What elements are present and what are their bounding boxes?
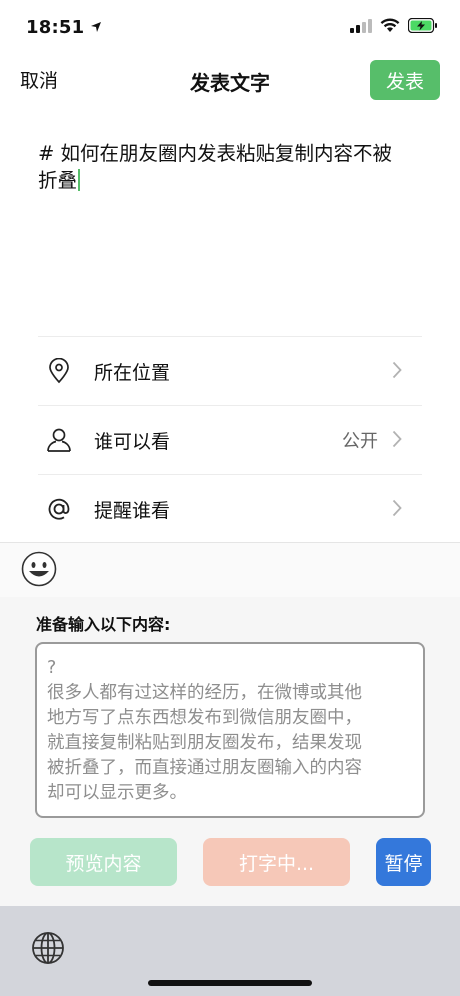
- status-time: 18:51: [26, 16, 85, 38]
- option-mention-label: 提醒谁看: [94, 499, 171, 522]
- location-pin-icon: [44, 356, 74, 386]
- option-visibility[interactable]: 谁可以看 公开: [38, 406, 422, 475]
- compose-text-line-2-wrap: 折叠: [38, 167, 428, 194]
- cancel-button[interactable]: 取消: [20, 66, 58, 93]
- status-bar: 18:51: [0, 0, 460, 54]
- keyboard-bar: [0, 906, 460, 996]
- home-indicator: [148, 980, 312, 986]
- content-line: 就直接复制粘贴到朋友圈发布，结果发现: [47, 733, 362, 753]
- option-location[interactable]: 所在位置: [38, 337, 422, 406]
- prepared-content-textarea[interactable]: ? 很多人都有过这样的经历，在微博或其他 地方写了点东西想发布到微信朋友圈中， …: [35, 642, 425, 818]
- compose-text-line-2: 折叠: [38, 169, 78, 192]
- content-line: 被折叠了，而直接通过朋友圈输入的内容: [47, 758, 362, 778]
- emoji-bar: [0, 543, 460, 597]
- nav-bar: 取消 发表文字 发表: [0, 58, 460, 104]
- signal-icon: [350, 18, 372, 37]
- option-mention[interactable]: 提醒谁看: [38, 475, 422, 543]
- location-arrow-icon: [90, 17, 102, 38]
- compose-text-line-1: # 如何在朋友圈内发表粘贴复制内容不被: [38, 142, 393, 165]
- option-visibility-value: 公开: [342, 431, 378, 452]
- publish-button[interactable]: 发表: [370, 60, 440, 100]
- content-line: ?: [47, 658, 57, 678]
- options-list: 所在位置 谁可以看 公开 提醒谁看: [38, 336, 422, 543]
- preview-content-button[interactable]: 预览内容: [30, 838, 177, 886]
- page-title: 发表文字: [190, 70, 270, 95]
- compose-text-area[interactable]: # 如何在朋友圈内发表粘贴复制内容不被 折叠: [38, 140, 428, 194]
- auto-type-panel: 准备输入以下内容: ? 很多人都有过这样的经历，在微博或其他 地方写了点东西想发…: [0, 597, 460, 906]
- emoji-icon[interactable]: [21, 551, 57, 587]
- person-icon: [44, 425, 74, 455]
- pause-button[interactable]: 暂停: [376, 838, 431, 886]
- typing-button[interactable]: 打字中...: [203, 838, 350, 886]
- content-line: 很多人都有过这样的经历，在微博或其他: [47, 683, 362, 703]
- at-sign-icon: [44, 494, 74, 524]
- option-location-label: 所在位置: [94, 361, 171, 384]
- status-icons: [350, 17, 438, 37]
- content-line: 地方写了点东西想发布到微信朋友圈中，: [47, 708, 362, 728]
- option-visibility-label: 谁可以看: [94, 430, 171, 453]
- globe-icon[interactable]: [31, 931, 65, 965]
- panel-title: 准备输入以下内容:: [36, 615, 171, 634]
- chevron-right-icon: [392, 430, 402, 452]
- status-time-group: 18:51: [26, 17, 102, 38]
- content-line: 却可以显示更多。: [47, 783, 187, 803]
- wifi-icon: [380, 17, 400, 37]
- chevron-right-icon: [392, 499, 402, 521]
- text-caret: [78, 169, 81, 191]
- chevron-right-icon: [392, 361, 402, 383]
- battery-charging-icon: [407, 17, 438, 37]
